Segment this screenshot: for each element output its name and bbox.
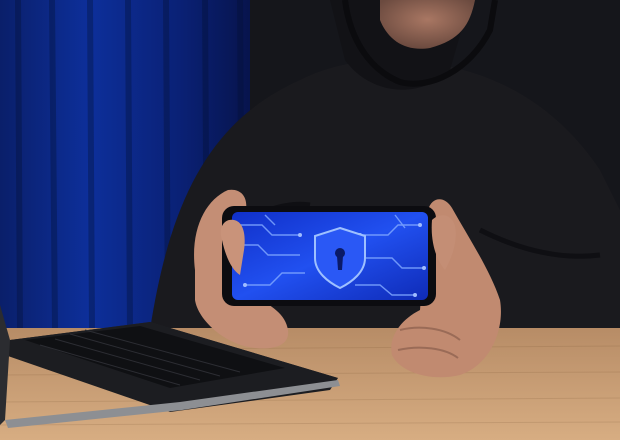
smartphone [222, 206, 436, 306]
photo-scene [0, 0, 620, 440]
